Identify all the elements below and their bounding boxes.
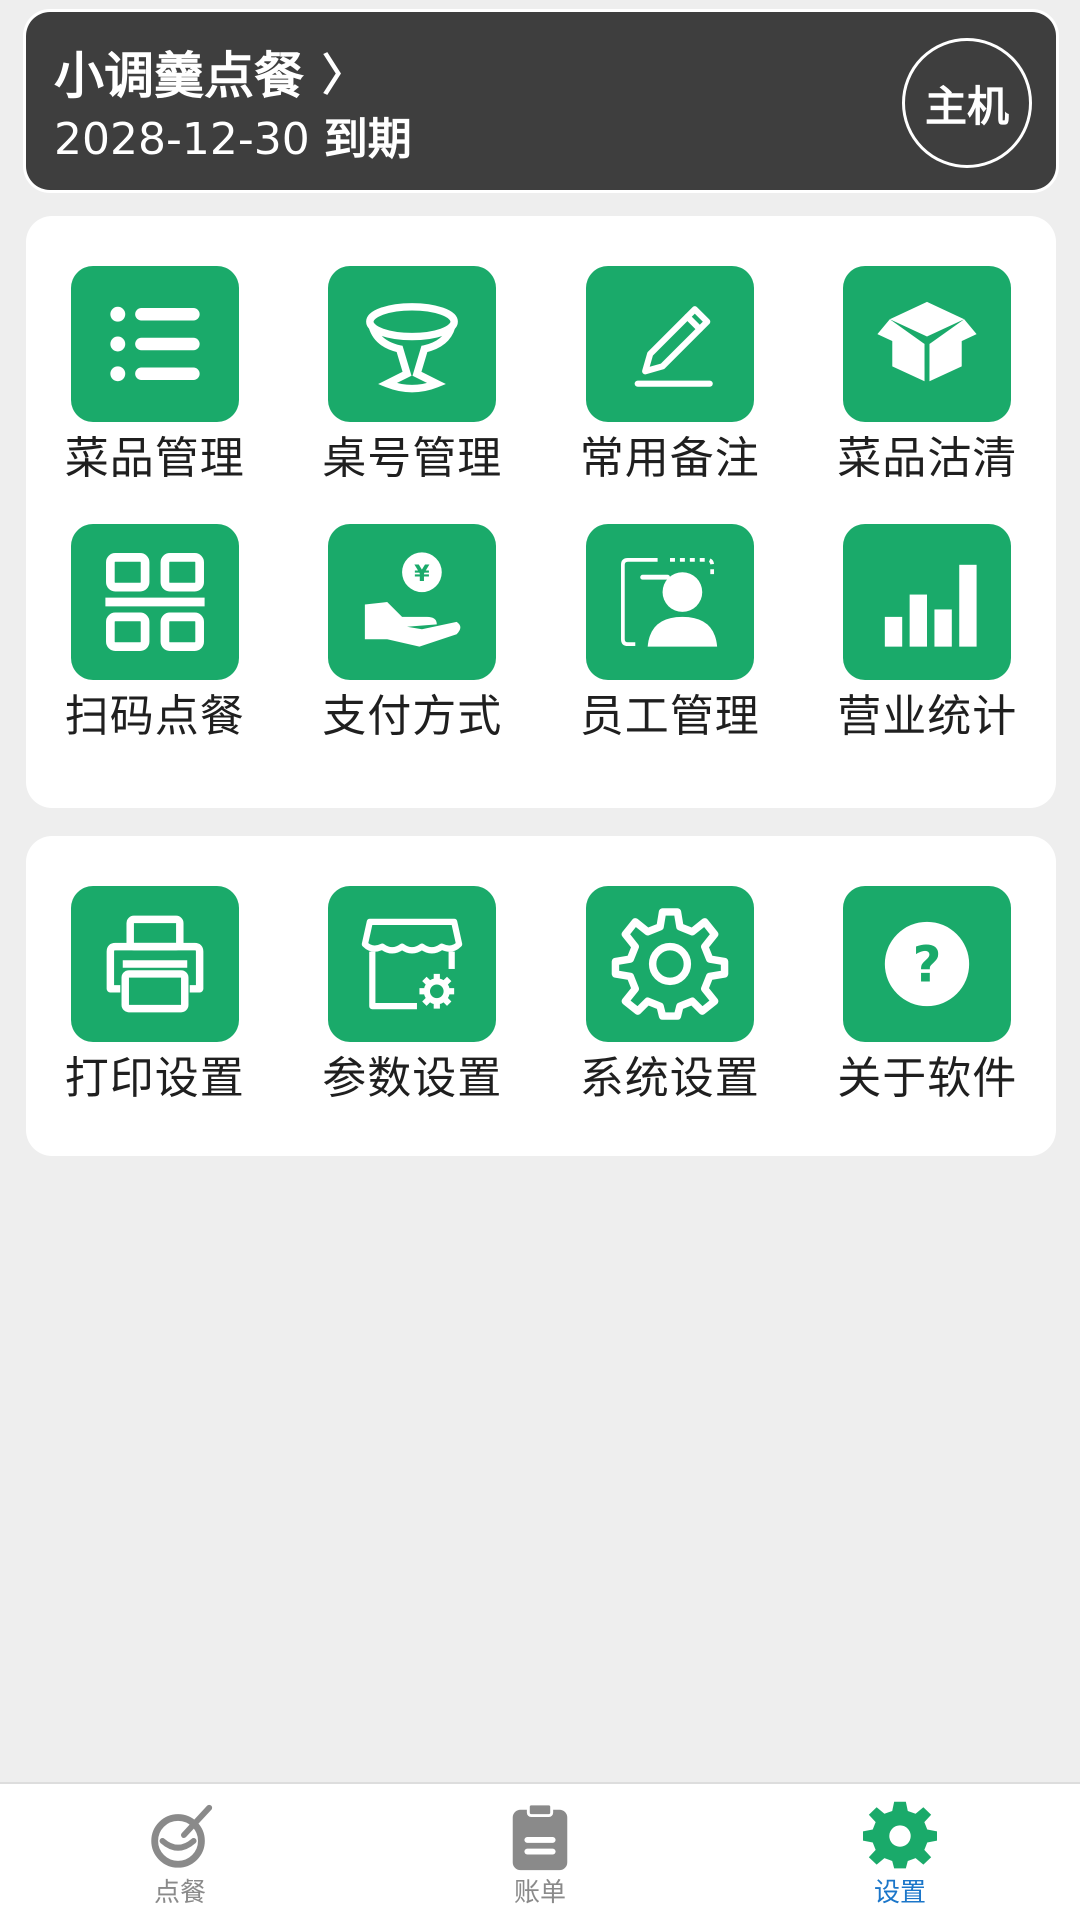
function-grid: 菜品管理 桌号管理 常用备注 菜品沽清 扫码点餐 ¥ 支付方式 员工管理 营业统…: [26, 216, 1056, 744]
tile-label: 关于软件: [837, 1053, 1018, 1104]
tile-label: 营业统计: [837, 691, 1018, 742]
host-badge[interactable]: 主机: [902, 38, 1032, 168]
function-card: 菜品管理 桌号管理 常用备注 菜品沽清 扫码点餐 ¥ 支付方式 员工管理 营业统…: [26, 216, 1056, 808]
menu-item-parameter-settings[interactable]: 参数设置: [284, 886, 542, 1106]
qr-code-icon: [70, 524, 239, 680]
bottom-navigation: 点餐 账单 设置: [0, 1782, 1080, 1920]
menu-item-print-settings[interactable]: 打印设置: [26, 886, 284, 1106]
svg-text:?: ?: [913, 935, 942, 993]
nav-label: 设置: [873, 1878, 926, 1908]
employee-icon: [585, 524, 754, 680]
store-name: 小调羹点餐: [54, 47, 304, 105]
menu-item-business-statistics[interactable]: 营业统计: [799, 524, 1057, 744]
tile-label: 常用备注: [579, 433, 760, 484]
tile-label: 桌号管理: [322, 433, 503, 484]
nav-tab-settings[interactable]: 设置: [720, 1784, 1080, 1920]
menu-item-scan-order[interactable]: 扫码点餐: [26, 524, 284, 744]
box-icon: [843, 266, 1012, 422]
store-header: 小调羹点餐 〉 2028-12-30 到期 主机: [26, 12, 1056, 190]
bar-chart-icon: [843, 524, 1012, 680]
gear-icon: [585, 886, 754, 1042]
tile-label: 参数设置: [322, 1053, 503, 1104]
table-icon: [328, 266, 497, 422]
menu-item-common-notes[interactable]: 常用备注: [541, 266, 799, 486]
menu-item-table-management[interactable]: 桌号管理: [284, 266, 542, 486]
store-name-link[interactable]: 小调羹点餐 〉: [54, 46, 366, 106]
menu-item-dish-management[interactable]: 菜品管理: [26, 266, 284, 486]
tile-label: 员工管理: [579, 691, 760, 742]
question-icon: ?: [843, 886, 1012, 1042]
clipboard-icon: [512, 1802, 568, 1871]
payment-hand-icon: ¥: [328, 524, 497, 680]
list-icon: [70, 266, 239, 422]
nav-tab-order[interactable]: 点餐: [0, 1784, 360, 1920]
menu-item-system-settings[interactable]: 系统设置: [541, 886, 799, 1106]
settings-grid: 打印设置 参数设置 系统设置 ? 关于软件: [26, 836, 1056, 1106]
tile-label: 打印设置: [64, 1053, 245, 1104]
expire-date: 2028-12-30: [54, 114, 310, 165]
menu-item-staff-management[interactable]: 员工管理: [541, 524, 799, 744]
menu-item-about-software[interactable]: ? 关于软件: [799, 886, 1057, 1106]
tile-label: 扫码点餐: [64, 691, 245, 742]
menu-item-sold-out[interactable]: 菜品沽清: [799, 266, 1057, 486]
svg-text:¥: ¥: [414, 561, 430, 587]
settings-card: 打印设置 参数设置 系统设置 ? 关于软件: [26, 836, 1056, 1156]
gear-icon: [863, 1801, 937, 1869]
nav-tab-bills[interactable]: 账单: [360, 1784, 720, 1920]
nav-label: 账单: [513, 1878, 566, 1908]
menu-item-payment-methods[interactable]: ¥ 支付方式: [284, 524, 542, 744]
printer-icon: [70, 886, 239, 1042]
nav-label: 点餐: [153, 1878, 206, 1908]
expire-info: 2028-12-30 到期: [54, 112, 412, 168]
tile-label: 菜品管理: [64, 433, 245, 484]
tile-label: 菜品沽清: [837, 433, 1018, 484]
chevron-right-icon: 〉: [322, 50, 366, 101]
store-gear-icon: [328, 886, 497, 1042]
pencil-icon: [585, 266, 754, 422]
bowl-icon: [151, 1804, 213, 1868]
tile-label: 系统设置: [579, 1053, 760, 1104]
expire-suffix: 到期: [323, 114, 412, 165]
tile-label: 支付方式: [322, 691, 503, 742]
